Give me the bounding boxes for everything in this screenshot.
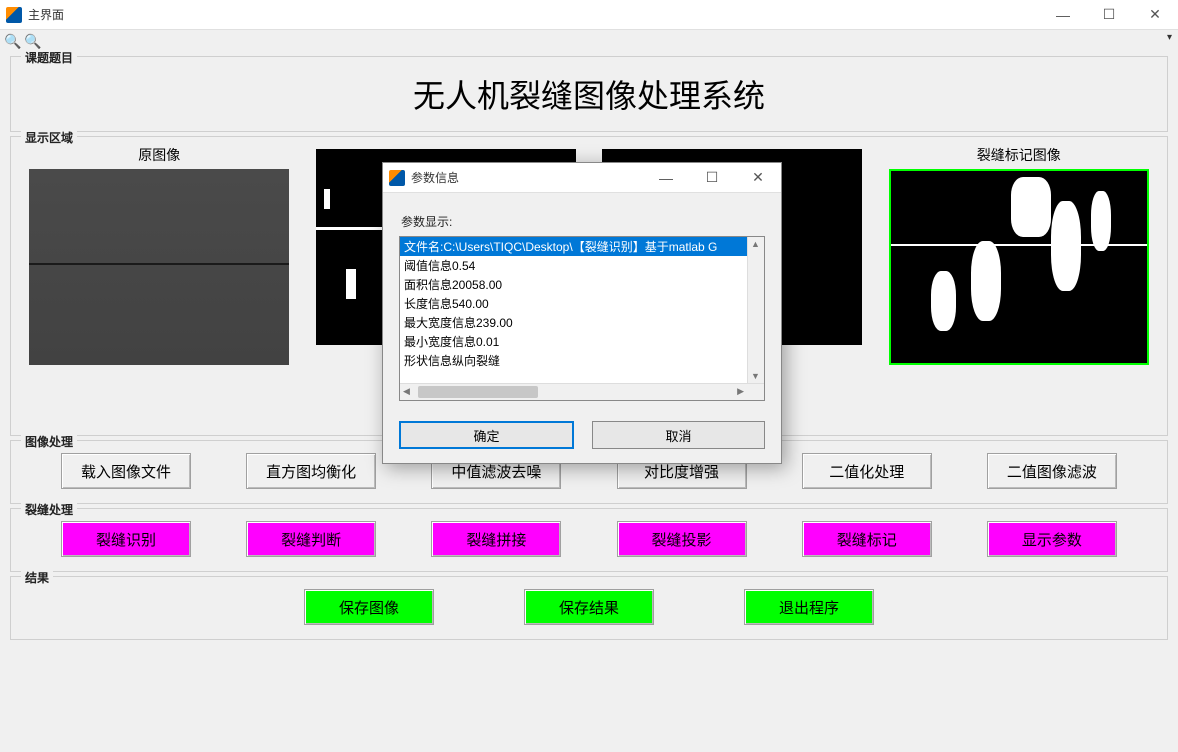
crack-proc-row: 裂缝识别 裂缝判断 裂缝拼接 裂缝投影 裂缝标记 显示参数 bbox=[21, 517, 1157, 561]
list-item[interactable]: 最大宽度信息239.00 bbox=[400, 313, 747, 332]
group-crack-proc: 裂缝处理 裂缝识别 裂缝判断 裂缝拼接 裂缝投影 裂缝标记 显示参数 bbox=[10, 508, 1168, 572]
dialog-label: 参数显示: bbox=[401, 213, 765, 230]
zoom-out-icon[interactable]: 🔍 bbox=[24, 32, 42, 50]
cancel-button[interactable]: 取消 bbox=[592, 421, 765, 449]
crack-line bbox=[29, 263, 289, 265]
minimize-button[interactable]: — bbox=[1040, 0, 1086, 30]
group-result: 结果 保存图像 保存结果 退出程序 bbox=[10, 576, 1168, 640]
app-title: 无人机裂缝图像处理系统 bbox=[21, 65, 1157, 121]
list-item[interactable]: 面积信息20058.00 bbox=[400, 275, 747, 294]
btn-save-result[interactable]: 保存结果 bbox=[524, 589, 654, 625]
btn-show-params[interactable]: 显示参数 bbox=[987, 521, 1117, 557]
crack-blob bbox=[1051, 201, 1081, 291]
matlab-icon bbox=[6, 7, 22, 23]
btn-crack-recognize[interactable]: 裂缝识别 bbox=[61, 521, 191, 557]
titlebar: 主界面 — ☐ ✕ bbox=[0, 0, 1178, 30]
crack-blob bbox=[931, 271, 956, 331]
group-topic: 课题题目 无人机裂缝图像处理系统 bbox=[10, 56, 1168, 132]
label-original: 原图像 bbox=[21, 145, 298, 165]
crack-blob bbox=[971, 241, 1001, 321]
group-result-title: 结果 bbox=[21, 569, 53, 586]
dialog-title: 参数信息 bbox=[411, 169, 459, 186]
crack-blob bbox=[1011, 177, 1051, 237]
window-title: 主界面 bbox=[28, 6, 64, 23]
dialog-minimize-button[interactable]: — bbox=[643, 163, 689, 193]
list-item[interactable]: 长度信息540.00 bbox=[400, 294, 747, 313]
maximize-button[interactable]: ☐ bbox=[1086, 0, 1132, 30]
list-item[interactable]: 形状信息纵向裂缝 bbox=[400, 351, 747, 370]
group-crack-proc-title: 裂缝处理 bbox=[21, 501, 77, 518]
group-img-proc-title: 图像处理 bbox=[21, 433, 77, 450]
list-item[interactable]: 最小宽度信息0.01 bbox=[400, 332, 747, 351]
zoom-in-icon[interactable]: 🔍 bbox=[4, 32, 22, 50]
crack-blob bbox=[346, 269, 356, 299]
crack-blob bbox=[1091, 191, 1111, 251]
list-item[interactable]: 文件名:C:\Users\TIQC\Desktop\【裂缝识别】基于matlab… bbox=[400, 237, 747, 256]
scrollbar-vertical[interactable] bbox=[747, 237, 764, 383]
ok-button[interactable]: 确定 bbox=[399, 421, 574, 449]
image-marked bbox=[889, 169, 1149, 365]
group-topic-title: 课题题目 bbox=[21, 49, 77, 66]
figure-toolbar: 🔍 🔍 ▾ bbox=[0, 30, 1178, 52]
crack-blob bbox=[324, 189, 330, 209]
btn-bin-filter[interactable]: 二值图像滤波 bbox=[987, 453, 1117, 489]
image-original bbox=[29, 169, 289, 365]
result-row: 保存图像 保存结果 退出程序 bbox=[21, 585, 1157, 629]
dialog-params: 参数信息 — ☐ ✕ 参数显示: 文件名:C:\Users\TIQC\Deskt… bbox=[382, 162, 782, 464]
btn-binarize[interactable]: 二值化处理 bbox=[802, 453, 932, 489]
scrollbar-thumb[interactable] bbox=[418, 386, 538, 398]
btn-save-image[interactable]: 保存图像 bbox=[304, 589, 434, 625]
label-marked: 裂缝标记图像 bbox=[881, 145, 1158, 165]
btn-hist-eq[interactable]: 直方图均衡化 bbox=[246, 453, 376, 489]
listbox-rows: 文件名:C:\Users\TIQC\Desktop\【裂缝识别】基于matlab… bbox=[400, 237, 747, 383]
group-display-title: 显示区域 bbox=[21, 129, 77, 146]
btn-crack-project[interactable]: 裂缝投影 bbox=[617, 521, 747, 557]
btn-crack-mark[interactable]: 裂缝标记 bbox=[802, 521, 932, 557]
btn-exit[interactable]: 退出程序 bbox=[744, 589, 874, 625]
btn-crack-judge[interactable]: 裂缝判断 bbox=[246, 521, 376, 557]
matlab-icon bbox=[389, 170, 405, 186]
param-listbox[interactable]: 文件名:C:\Users\TIQC\Desktop\【裂缝识别】基于matlab… bbox=[399, 236, 765, 401]
scrollbar-horizontal[interactable] bbox=[400, 383, 764, 400]
close-button[interactable]: ✕ bbox=[1132, 0, 1178, 30]
dialog-maximize-button[interactable]: ☐ bbox=[689, 163, 735, 193]
dialog-buttons: 确定 取消 bbox=[399, 421, 765, 449]
display-col-marked: 裂缝标记图像 bbox=[881, 145, 1158, 365]
list-item[interactable]: 阈值信息0.54 bbox=[400, 256, 747, 275]
dialog-close-button[interactable]: ✕ bbox=[735, 163, 781, 193]
dialog-titlebar[interactable]: 参数信息 — ☐ ✕ bbox=[383, 163, 781, 193]
dialog-body: 参数显示: 文件名:C:\Users\TIQC\Desktop\【裂缝识别】基于… bbox=[383, 193, 781, 463]
btn-crack-stitch[interactable]: 裂缝拼接 bbox=[431, 521, 561, 557]
btn-load-image[interactable]: 载入图像文件 bbox=[61, 453, 191, 489]
display-col-original: 原图像 bbox=[21, 145, 298, 365]
toolbar-overflow-icon[interactable]: ▾ bbox=[1167, 32, 1172, 43]
